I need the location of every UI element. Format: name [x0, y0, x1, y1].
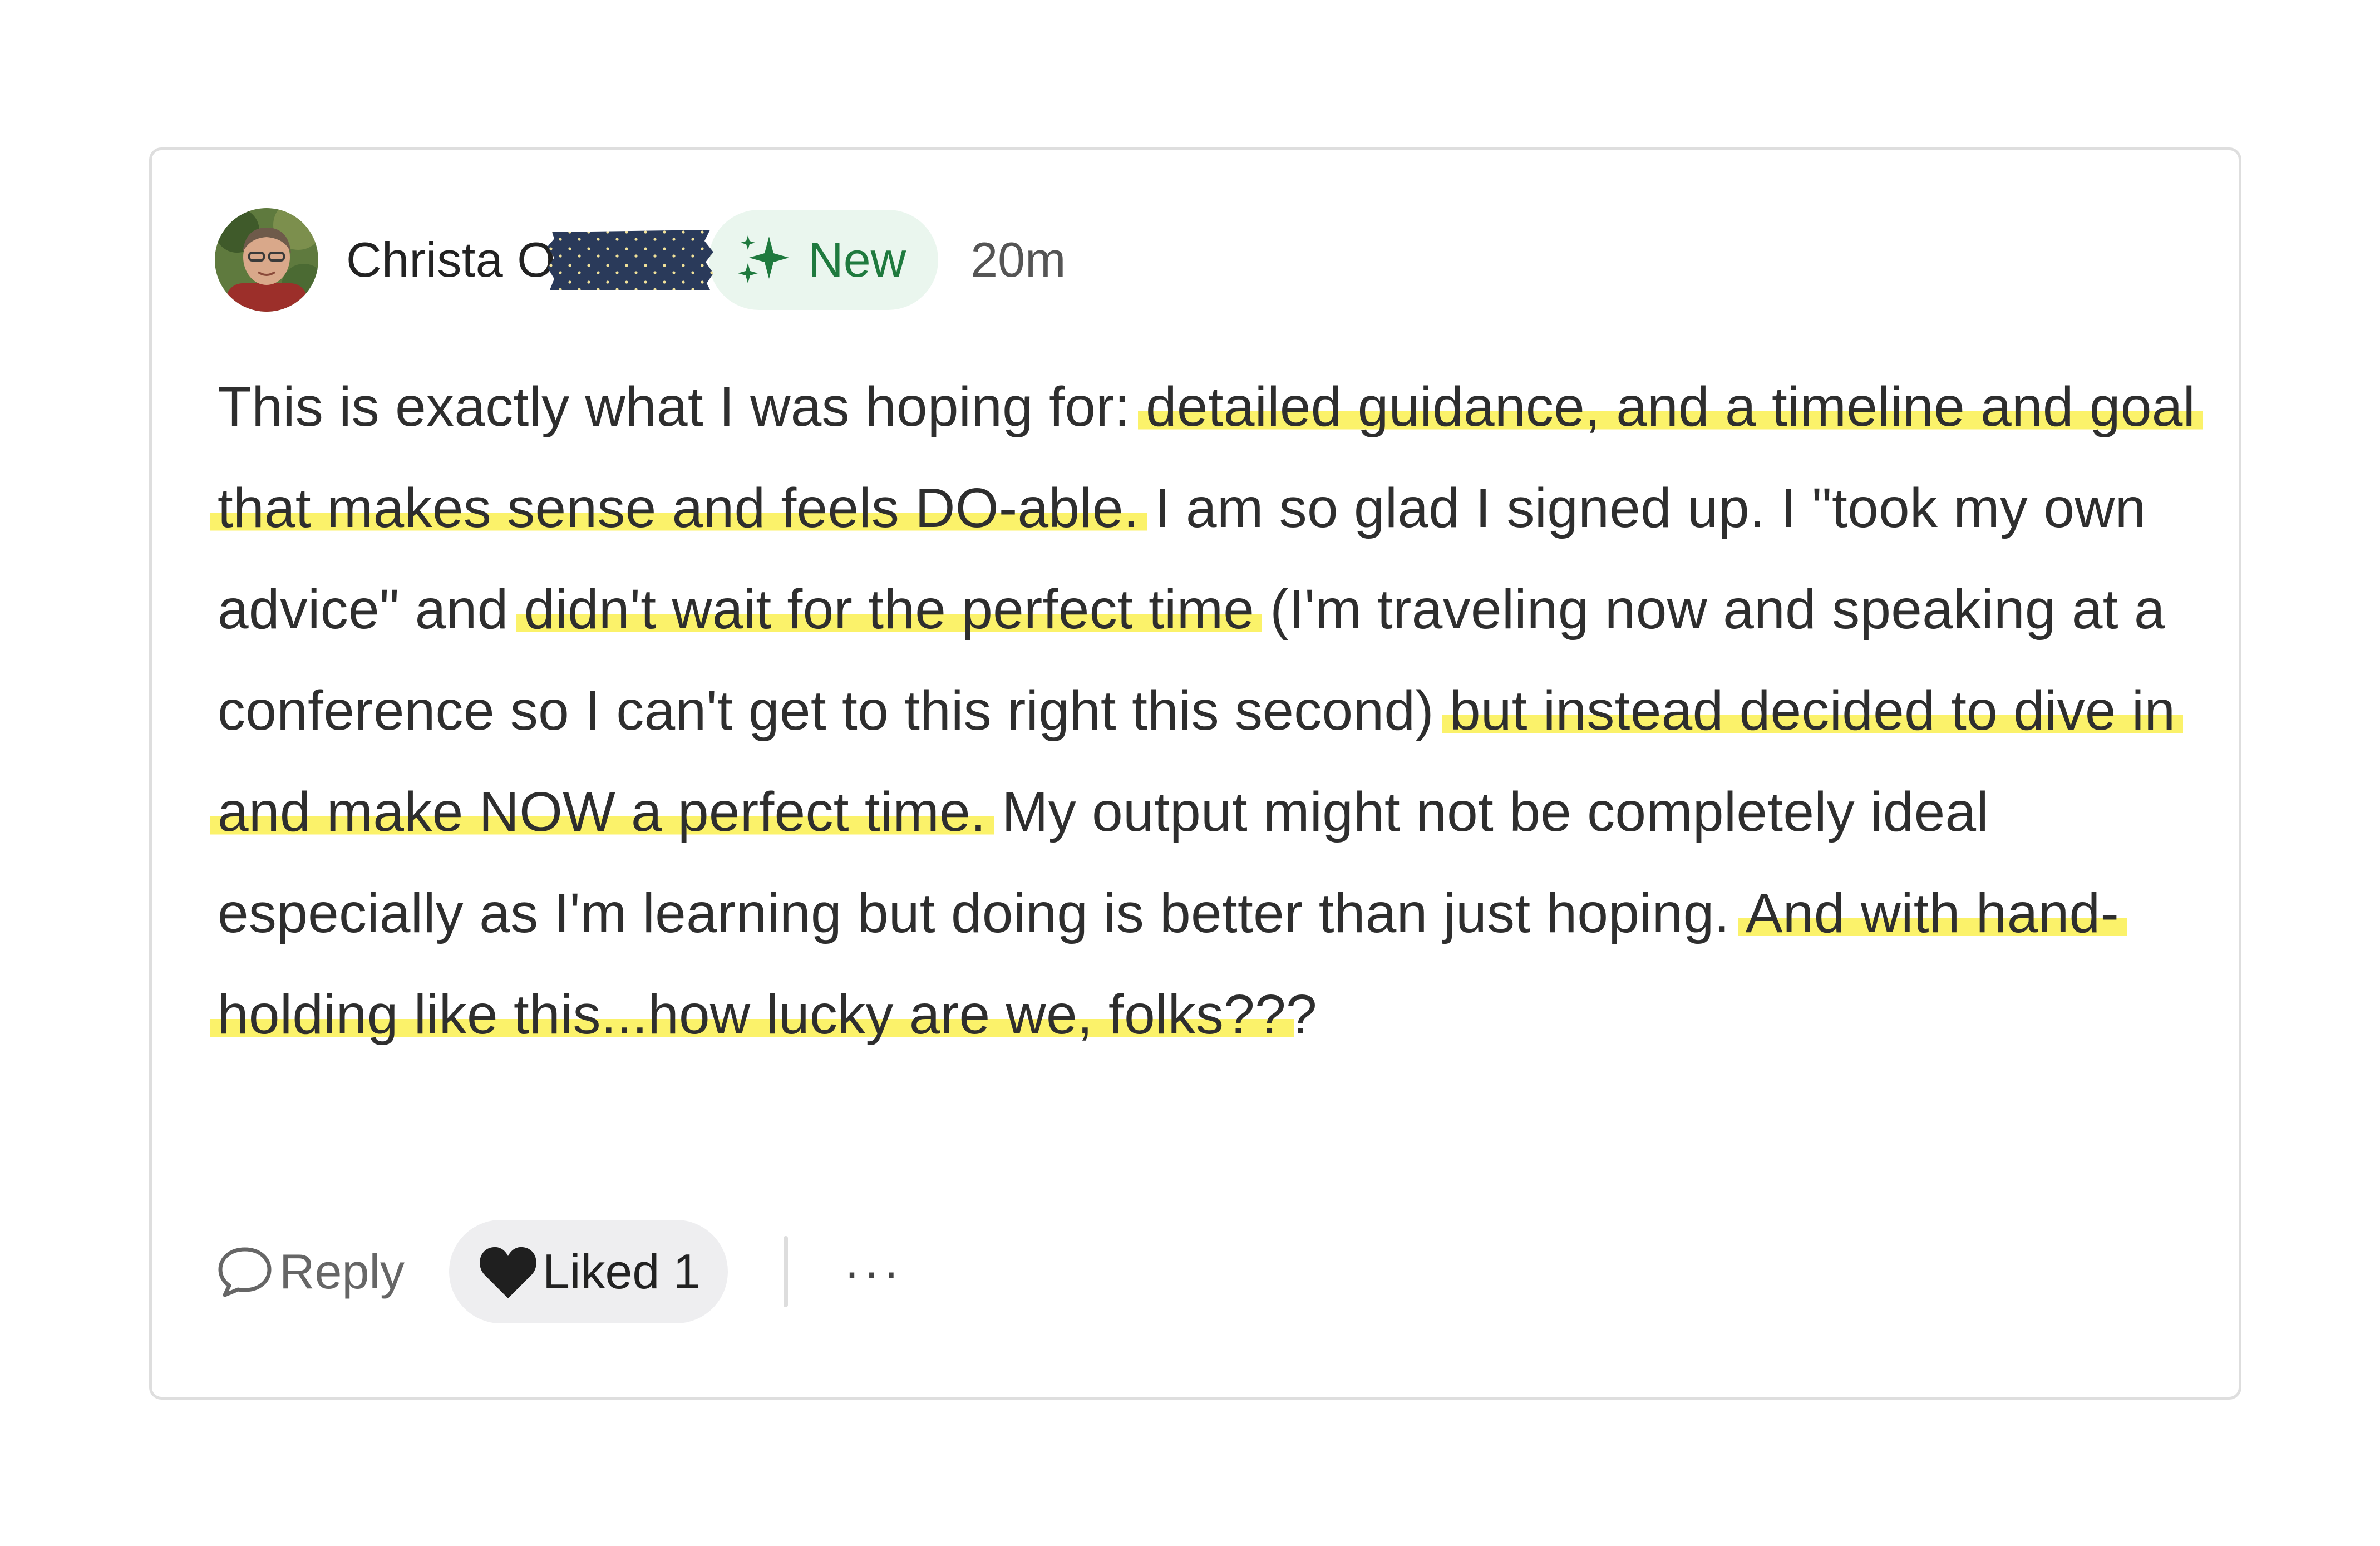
comment-header: Christa O New 20m [215, 207, 1066, 313]
body-segment: ? [1286, 983, 1317, 1046]
highlighted-segment: didn't wait for the perfect time [516, 578, 1263, 641]
comment-body: This is exactly what I was hoping for: d… [210, 356, 2204, 1065]
timestamp[interactable]: 20m [970, 232, 1066, 288]
sparkle-icon [738, 235, 790, 283]
action-divider [784, 1236, 789, 1307]
heart-icon [480, 1247, 536, 1298]
new-badge: New [709, 210, 939, 310]
reply-button[interactable]: Reply [215, 1242, 405, 1302]
comment-card: Christa O New 20m This is exactly what I… [149, 147, 2241, 1400]
author-name-wrap[interactable]: Christa O [346, 229, 715, 291]
new-badge-label: New [808, 232, 906, 287]
redaction-overlay [548, 230, 714, 290]
liked-count: 1 [673, 1244, 701, 1299]
author-name[interactable]: Christa O [346, 232, 555, 288]
comment-actions: Reply Liked 1 ··· [215, 1219, 903, 1325]
speech-bubble-icon [218, 1247, 272, 1297]
more-options-button[interactable]: ··· [844, 1243, 903, 1300]
body-segment: This is exactly what I was hoping for: [218, 376, 1146, 438]
liked-label: Liked [542, 1244, 660, 1299]
like-button[interactable]: Liked 1 [449, 1220, 728, 1323]
reply-label: Reply [279, 1244, 405, 1299]
avatar[interactable] [215, 208, 318, 312]
